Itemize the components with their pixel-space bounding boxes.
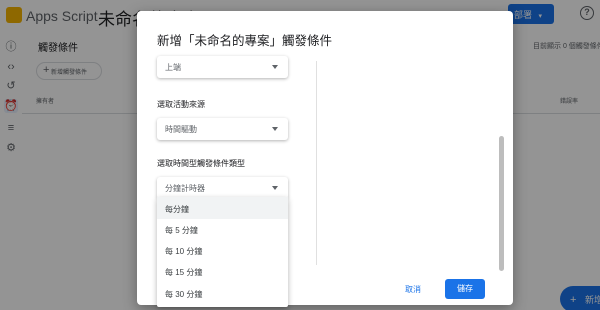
scrollbar-thumb[interactable] xyxy=(499,136,504,271)
interval-option[interactable]: 每 30 分鐘 xyxy=(157,282,288,304)
event-source-value: 時間驅動 xyxy=(165,125,197,134)
interval-option[interactable]: 每 5 分鐘 xyxy=(157,218,288,240)
deployment-select-value: 上端 xyxy=(165,63,181,72)
dropdown-arrow-icon xyxy=(272,65,278,69)
column-divider xyxy=(316,61,317,265)
event-source-select[interactable]: 時間驅動 xyxy=(157,118,288,140)
interval-option[interactable]: 每 10 分鐘 xyxy=(157,239,288,261)
event-source-label: 選取活動來源 xyxy=(157,100,205,109)
dialog-title: 新增「未命名的專案」觸發條件 xyxy=(157,34,333,48)
deployment-select[interactable]: 上端 xyxy=(157,56,288,78)
dropdown-arrow-icon xyxy=(272,186,278,190)
interval-option[interactable]: 每分鐘 xyxy=(157,197,288,219)
cancel-button[interactable]: 取消 xyxy=(395,281,431,299)
trigger-type-label: 選取時間型觸發條件類型 xyxy=(157,159,245,168)
trigger-type-value: 分鐘計時器 xyxy=(165,184,205,193)
trigger-type-select[interactable]: 分鐘計時器 xyxy=(157,177,288,199)
interval-option[interactable]: 每 15 分鐘 xyxy=(157,260,288,282)
interval-dropdown-menu: 每分鐘 每 5 分鐘 每 10 分鐘 每 15 分鐘 每 30 分鐘 xyxy=(157,197,288,307)
save-button[interactable]: 儲存 xyxy=(445,279,485,299)
dropdown-arrow-icon xyxy=(272,127,278,131)
